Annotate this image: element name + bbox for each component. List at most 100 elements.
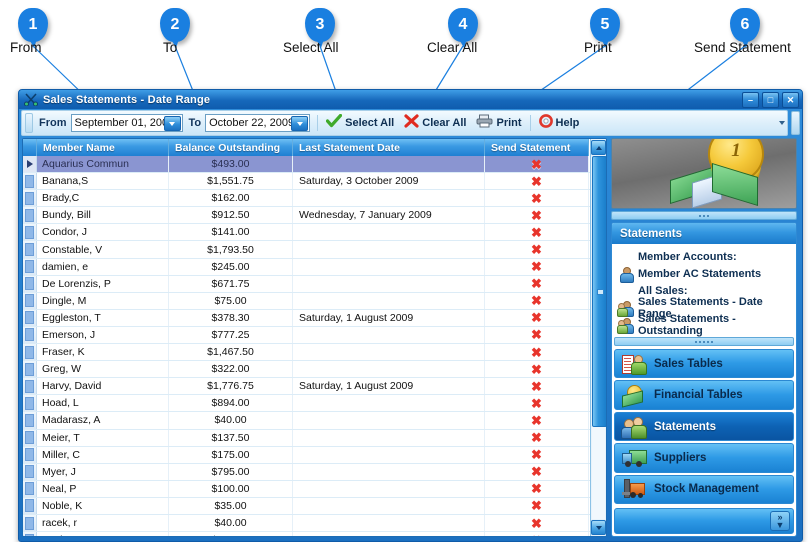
send-statement-x-icon[interactable]: ✖: [531, 209, 542, 222]
table-row[interactable]: Myer, J $795.00 ✖: [23, 463, 606, 481]
send-statement-x-icon[interactable]: ✖: [531, 431, 542, 444]
send-statement-x-icon[interactable]: ✖: [531, 482, 542, 495]
sidebar-splitter-top[interactable]: [611, 211, 797, 220]
grid-header-balance-outstanding[interactable]: Balance Outstanding: [169, 139, 293, 156]
row-selector-cell[interactable]: [23, 412, 37, 429]
row-selector-cell[interactable]: [23, 395, 37, 412]
cell-send-statement[interactable]: ✖: [485, 497, 589, 514]
table-row[interactable]: De Lorenzis, P $671.75 ✖: [23, 275, 606, 293]
send-statement-x-icon[interactable]: ✖: [531, 448, 542, 461]
table-row[interactable]: racek, r $40.00 ✖: [23, 514, 606, 533]
cell-send-statement[interactable]: ✖: [485, 361, 589, 378]
cell-send-statement[interactable]: ✖: [485, 173, 589, 190]
cell-send-statement[interactable]: ✖: [485, 224, 589, 241]
row-selector-cell[interactable]: [23, 463, 37, 480]
row-selector-cell[interactable]: [23, 497, 37, 514]
row-selector-cell[interactable]: [23, 326, 37, 344]
row-selector-cell[interactable]: [23, 514, 37, 532]
table-row[interactable]: Neal, P $100.00 ✖: [23, 480, 606, 498]
row-selector-cell[interactable]: [23, 532, 37, 536]
row-selector-cell[interactable]: [23, 275, 37, 292]
table-row[interactable]: Condor, J $141.00 ✖: [23, 224, 606, 242]
to-date-dropdown-icon[interactable]: [291, 116, 309, 131]
sidebar-button-financial-tables[interactable]: Financial Tables: [614, 380, 794, 410]
table-row[interactable]: Aquarius Commun $493.00 ✖: [23, 156, 606, 174]
cell-send-statement[interactable]: ✖: [485, 446, 589, 463]
table-row[interactable]: Brady,C $162.00 ✖: [23, 190, 606, 208]
table-row[interactable]: Constable, V $1,793.50 ✖: [23, 241, 606, 259]
help-button[interactable]: Help: [534, 112, 585, 134]
cell-send-statement[interactable]: ✖: [485, 378, 589, 395]
row-selector-cell[interactable]: [23, 446, 37, 463]
table-row[interactable]: Dingle, M $75.00 ✖: [23, 292, 606, 310]
send-statement-x-icon[interactable]: ✖: [531, 277, 542, 290]
send-statement-x-icon[interactable]: ✖: [531, 226, 542, 239]
table-row[interactable]: Miller, C $175.00 ✖: [23, 446, 606, 464]
row-selector-cell[interactable]: [23, 309, 37, 326]
to-date-input[interactable]: October 22, 2009: [205, 114, 311, 132]
send-statement-x-icon[interactable]: ✖: [531, 414, 542, 427]
cell-send-statement[interactable]: ✖: [485, 480, 589, 497]
row-selector-cell[interactable]: [23, 241, 37, 258]
row-selector-cell[interactable]: [23, 190, 37, 207]
sidebar-splitter-middle[interactable]: [614, 337, 794, 346]
from-date-dropdown-icon[interactable]: [163, 116, 181, 131]
row-selector-cell[interactable]: [23, 207, 37, 224]
cell-send-statement[interactable]: ✖: [485, 412, 589, 429]
send-statement-x-icon[interactable]: ✖: [531, 363, 542, 376]
sidebar-button-statements[interactable]: Statements: [614, 411, 794, 442]
send-statement-x-icon[interactable]: ✖: [531, 465, 542, 478]
row-selector-cell[interactable]: [23, 378, 37, 395]
maximize-button[interactable]: □: [762, 92, 779, 108]
send-statement-x-icon[interactable]: ✖: [531, 328, 542, 341]
send-statement-x-icon[interactable]: ✖: [531, 243, 542, 256]
scrollbar-thumb[interactable]: [592, 156, 606, 427]
cell-send-statement[interactable]: ✖: [485, 326, 589, 344]
toolbar-grip[interactable]: [25, 113, 33, 133]
minimize-button[interactable]: –: [742, 92, 759, 108]
table-row[interactable]: Harvy, David $1,776.75 Saturday, 1 August …: [23, 378, 606, 396]
expand-more-button[interactable]: » ▼: [770, 511, 790, 531]
clear-all-button[interactable]: Clear All: [399, 112, 471, 134]
close-button[interactable]: ✕: [782, 92, 799, 108]
cell-send-statement[interactable]: ✖: [485, 292, 589, 309]
cell-send-statement[interactable]: ✖: [485, 275, 589, 292]
row-selector-cell[interactable]: [23, 173, 37, 190]
grid-header-member-name[interactable]: Member Name: [37, 139, 169, 156]
table-row[interactable]: Hoad, L $894.00 ✖: [23, 395, 606, 413]
scroll-up-icon[interactable]: [591, 140, 606, 155]
cell-send-statement[interactable]: ✖: [485, 207, 589, 224]
grid-header-send-statement[interactable]: Send Statement: [485, 139, 589, 156]
table-row[interactable]: Fraser, K $1,467.50 ✖: [23, 344, 606, 362]
toolbar-overflow-button[interactable]: [776, 112, 787, 134]
cell-send-statement[interactable]: ✖: [485, 395, 589, 412]
row-selector-cell[interactable]: [23, 344, 37, 361]
row-selector-cell[interactable]: [23, 429, 37, 446]
table-row[interactable]: Bundy, Bill $912.50 Wednesday, 7 January 2…: [23, 207, 606, 225]
print-button[interactable]: Print: [471, 112, 526, 134]
sidebar-button-suppliers[interactable]: Suppliers: [614, 443, 794, 473]
table-row[interactable]: Noble, K $35.00 ✖: [23, 497, 606, 515]
table-row[interactable]: Meier, T $137.50 ✖: [23, 429, 606, 447]
table-row[interactable]: Sash, M$577.50 ✖: [23, 532, 606, 536]
send-statement-x-icon[interactable]: ✖: [531, 380, 542, 393]
send-statement-x-icon[interactable]: ✖: [531, 346, 542, 359]
nav-link-item[interactable]: Member AC Statements: [612, 265, 796, 283]
nav-link-item[interactable]: Sales Statements - Outstanding: [612, 313, 796, 337]
cell-send-statement[interactable]: ✖: [485, 190, 589, 207]
row-selector-cell[interactable]: [23, 224, 37, 241]
cell-send-statement[interactable]: ✖: [485, 429, 589, 446]
sidebar-button-sales-tables[interactable]: Sales Tables: [614, 349, 794, 379]
scrollbar-track[interactable]: [592, 156, 606, 519]
table-row[interactable]: Madarasz, A $40.00 ✖: [23, 412, 606, 430]
cell-send-statement[interactable]: ✖: [485, 309, 589, 326]
cell-send-statement[interactable]: ✖: [485, 156, 589, 173]
send-statement-x-icon[interactable]: ✖: [531, 192, 542, 205]
table-row[interactable]: Banana,S $1,551.75 Saturday, 3 October 200…: [23, 173, 606, 191]
send-statement-x-icon[interactable]: ✖: [531, 397, 542, 410]
table-row[interactable]: Greg, W $322.00 ✖: [23, 361, 606, 379]
send-statement-x-icon[interactable]: ✖: [531, 534, 542, 536]
send-statement-x-icon[interactable]: ✖: [531, 294, 542, 307]
cell-send-statement[interactable]: ✖: [485, 344, 589, 361]
send-statement-x-icon[interactable]: ✖: [531, 311, 542, 324]
